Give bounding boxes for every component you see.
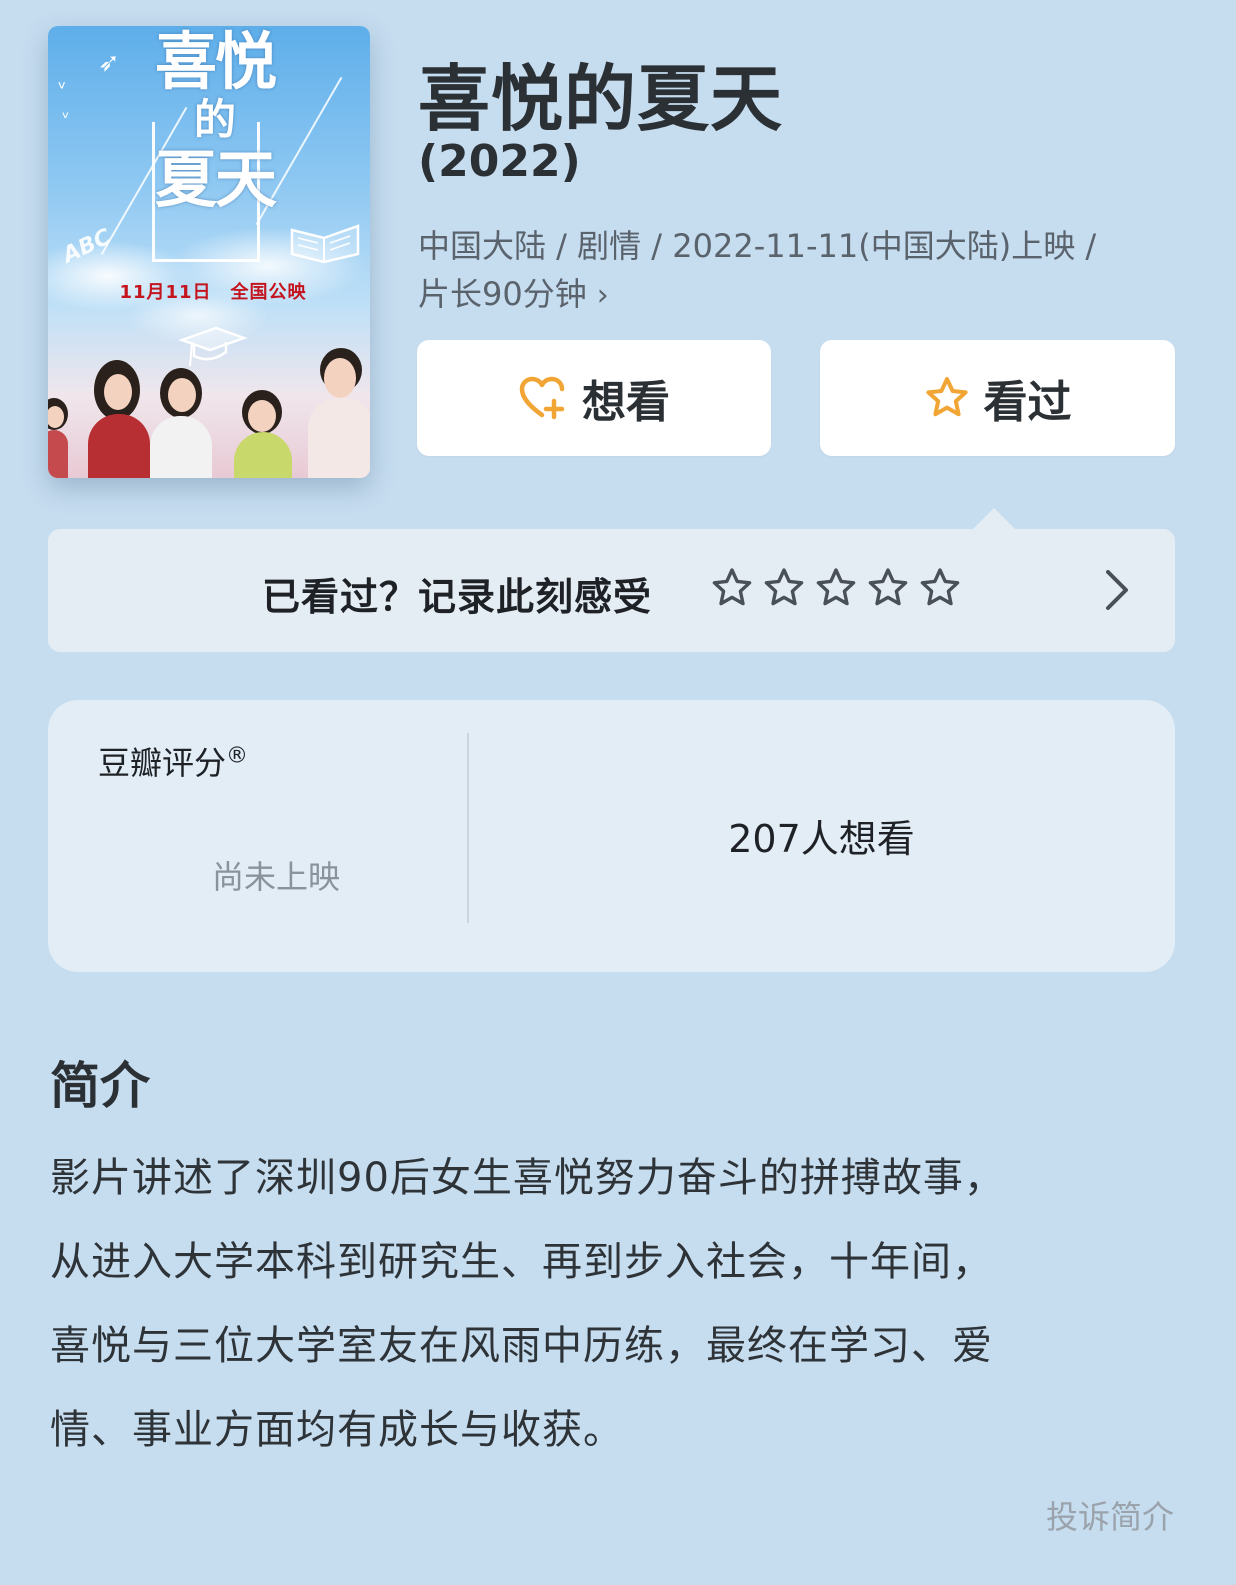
poster-title-line: 喜悦 xyxy=(154,26,277,98)
star-outline-icon[interactable] xyxy=(918,566,962,610)
want-to-watch-label: 想看 xyxy=(582,377,670,428)
synopsis-line: 情、事业方面均有成长与收获。 xyxy=(50,1407,624,1453)
movie-year: (2022) xyxy=(418,136,581,187)
registered-mark: ® xyxy=(226,743,249,769)
rating-status: 尚未上映 xyxy=(212,858,341,896)
meta-line-2: 片长90分钟 › xyxy=(418,270,1178,320)
report-synopsis-link[interactable]: 投诉简介 xyxy=(1046,1492,1174,1538)
star-outline-icon[interactable] xyxy=(814,566,858,610)
star-outline-icon xyxy=(925,377,968,417)
meta-duration: 片长90分钟 xyxy=(418,275,587,313)
movie-meta[interactable]: 中国大陆 / 剧情 / 2022-11-11(中国大陆)上映 / 片长90分钟 › xyxy=(418,222,1178,320)
chevron-right-icon[interactable] xyxy=(1100,566,1132,614)
movie-detail-page: 喜悦 的 夏天 ➶ ᵛ ᵛ ABC 11月11日 全国公映 喜悦的夏天 (202… xyxy=(0,0,1236,1585)
synopsis-line: 影片讲述了深圳90后女生喜悦努力奋斗的拼搏故事， xyxy=(50,1155,1005,1201)
poster-cast-photo xyxy=(48,343,370,478)
bird-icon: ᵛ xyxy=(58,76,67,100)
rating-label-text: 豆瓣评分 xyxy=(98,744,227,782)
star-outline-icon[interactable] xyxy=(762,566,806,610)
rate-bar-pointer xyxy=(972,508,1016,530)
poster-title-line: 夏天 xyxy=(154,143,277,217)
bird-icon: ᵛ xyxy=(62,108,70,129)
cast-member xyxy=(234,390,292,478)
cast-member xyxy=(48,398,68,478)
star-outline-icon[interactable] xyxy=(710,566,754,610)
watched-label: 看过 xyxy=(983,377,1072,428)
star-outline-icon[interactable] xyxy=(866,566,910,610)
rate-prompt-text: 已看过？记录此刻感受 xyxy=(262,575,653,619)
douban-rating-label: 豆瓣评分® xyxy=(98,738,248,784)
bird-icon: ➶ xyxy=(98,48,120,78)
synopsis-heading: 简介 xyxy=(50,1057,150,1115)
poster-title-line: 的 xyxy=(193,95,236,145)
synopsis-line: 喜悦与三位大学室友在风雨中历练，最终在学习、爱 xyxy=(50,1323,993,1369)
movie-title: 喜悦的夏天 xyxy=(418,57,784,141)
rating-stars[interactable] xyxy=(710,566,962,610)
meta-line: 中国大陆 / 剧情 / 2022-11-11(中国大陆)上映 / xyxy=(418,227,1097,265)
cast-member xyxy=(150,368,212,478)
movie-poster[interactable]: 喜悦 的 夏天 ➶ ᵛ ᵛ ABC 11月11日 全国公映 xyxy=(48,26,370,478)
poster-release-date: 11月11日 全国公映 xyxy=(119,282,307,303)
want-to-watch-button[interactable]: 想看 xyxy=(417,340,771,456)
heart-plus-icon xyxy=(519,376,565,420)
want-to-watch-count[interactable]: 207人想看 xyxy=(468,808,1175,863)
cast-member xyxy=(308,348,370,478)
synopsis-text: 影片讲述了深圳90后女生喜悦努力奋斗的拼搏故事， 从进入大学本科到研究生、再到步… xyxy=(50,1136,1180,1472)
synopsis-line: 从进入大学本科到研究生、再到步入社会，十年间， xyxy=(50,1239,993,1285)
cast-member xyxy=(88,360,150,478)
poster-title: 喜悦 的 夏天 xyxy=(140,26,290,217)
chevron-right-icon: › xyxy=(596,278,609,313)
book-icon xyxy=(290,224,360,264)
watched-button[interactable]: 看过 xyxy=(820,340,1175,456)
